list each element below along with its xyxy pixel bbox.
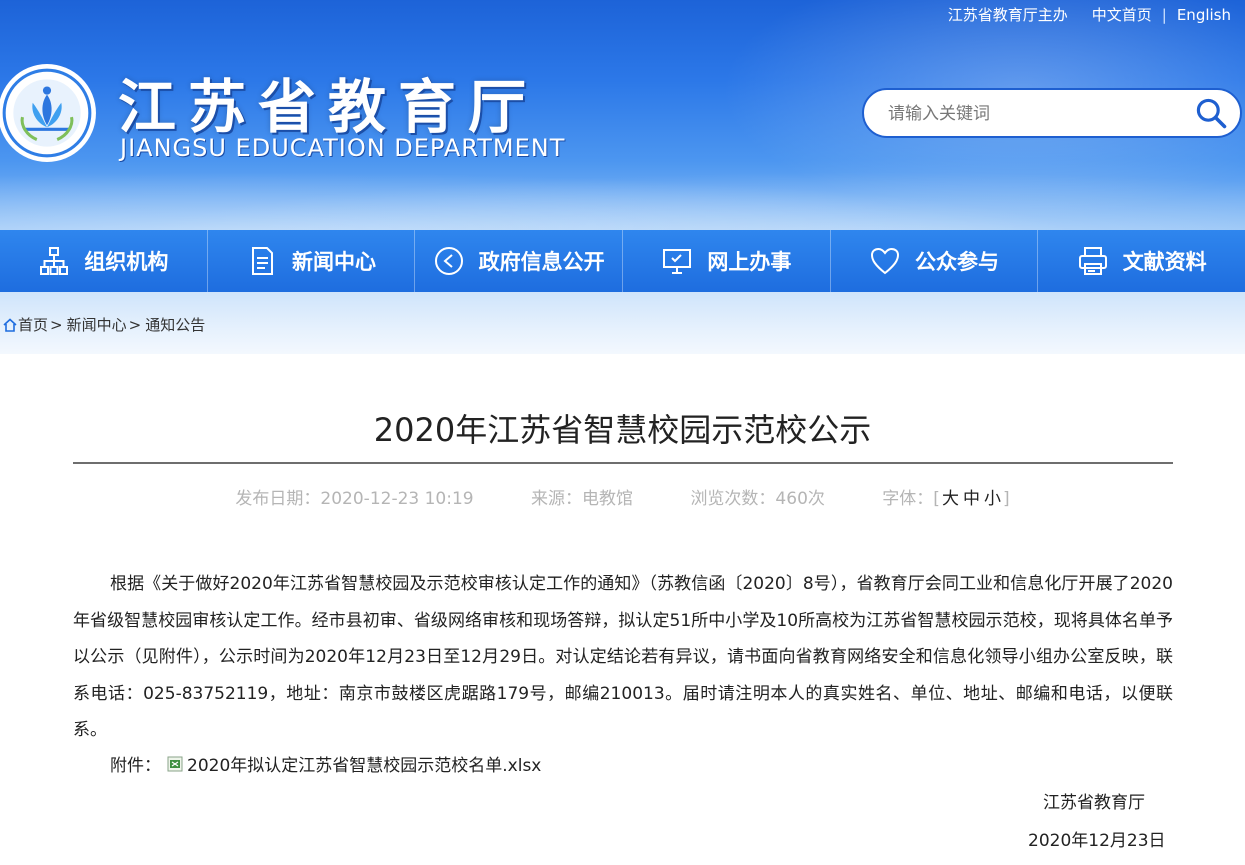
nav-item-online-services[interactable]: 网上办事 (623, 230, 831, 292)
home-icon[interactable] (2, 317, 18, 333)
nav-label: 公众参与 (915, 250, 1000, 274)
monitor-icon (663, 249, 692, 274)
nav-label: 新闻中心 (292, 250, 376, 274)
article-source: 来源：电教馆 (531, 489, 634, 509)
excel-file-icon (167, 756, 183, 771)
heart-icon (871, 247, 900, 275)
nav-label: 政府信息公开 (478, 250, 605, 274)
breadcrumb-current[interactable]: 通知公告 (145, 314, 205, 335)
breadcrumb-home[interactable]: 首页 (18, 314, 48, 335)
article-body: 根据《关于做好2020年江苏省智慧校园及示范校审核认定工作的通知》（苏教信函〔2… (73, 574, 1173, 740)
view-count: 浏览次数：460次 (690, 489, 825, 509)
article-title: 2020年江苏省智慧校园示范校公示 (373, 411, 872, 449)
nav-item-literature[interactable]: 文献资料 (1038, 230, 1245, 292)
attachment-row: 附件： 2020年拟认定江苏省智慧校园示范校名单.xlsx (110, 751, 541, 776)
logo-emblem-icon[interactable] (0, 62, 98, 164)
top-links: 江苏省教育厅主办 中文首页 | English (948, 4, 1231, 25)
sponsor-link[interactable]: 江苏省教育厅主办 (948, 4, 1068, 25)
nav-label: 网上办事 (707, 250, 792, 274)
publish-date: 发布日期：2020-12-23 10:19 (235, 489, 474, 509)
nav-item-public-participation[interactable]: 公众参与 (831, 230, 1039, 292)
font-large-button[interactable]: 大 (942, 489, 959, 509)
attachment-label: 附件： (110, 756, 161, 776)
site-header: 江苏省教育厅主办 中文首页 | English 江苏省教育厅 JIANGSU E… (0, 0, 1245, 230)
chinese-home-link[interactable]: 中文首页 (1092, 4, 1152, 25)
font-size-switcher: 字体：[大中小] (882, 489, 1010, 509)
article-meta: 发布日期：2020-12-23 10:19 来源：电教馆 浏览次数：460次 字… (0, 484, 1245, 509)
play-circle-icon (434, 247, 463, 275)
english-link[interactable]: English (1177, 6, 1231, 24)
nav-item-organization[interactable]: 组织机构 (0, 230, 208, 292)
main-nav: 组织机构 新闻中心 政府信息公开 网上办事 公众参与 文献资料 (0, 230, 1245, 292)
header-cloud (0, 160, 1245, 230)
separator: | (1161, 5, 1167, 24)
nav-item-gov-info[interactable]: 政府信息公开 (415, 230, 624, 292)
search-icon[interactable] (1192, 95, 1230, 131)
org-chart-icon (40, 247, 69, 275)
printer-icon (1078, 247, 1107, 275)
font-small-button[interactable]: 小 (984, 489, 1001, 509)
nav-label: 组织机构 (84, 250, 169, 274)
search-input[interactable] (886, 98, 1180, 130)
title-divider (73, 462, 1173, 464)
signature-date: 2020年12月23日 (1028, 831, 1166, 851)
attachment-link[interactable]: 2020年拟认定江苏省智慧校园示范校名单.xlsx (187, 751, 541, 776)
font-medium-button[interactable]: 中 (963, 489, 980, 509)
document-icon (252, 247, 273, 275)
breadcrumb: 首页 > 新闻中心 > 通知公告 (2, 314, 205, 335)
nav-label: 文献资料 (1122, 250, 1207, 274)
signature-organization: 江苏省教育厅 (1043, 793, 1145, 813)
breadcrumb-news[interactable]: 新闻中心 (67, 314, 127, 335)
site-subtitle: JIANGSU EDUCATION DEPARTMENT (120, 134, 566, 162)
search-box (862, 88, 1242, 138)
breadcrumb-band: 首页 > 新闻中心 > 通知公告 (0, 292, 1245, 354)
site-title[interactable]: 江苏省教育厅 (118, 60, 538, 144)
nav-item-news[interactable]: 新闻中心 (208, 230, 416, 292)
